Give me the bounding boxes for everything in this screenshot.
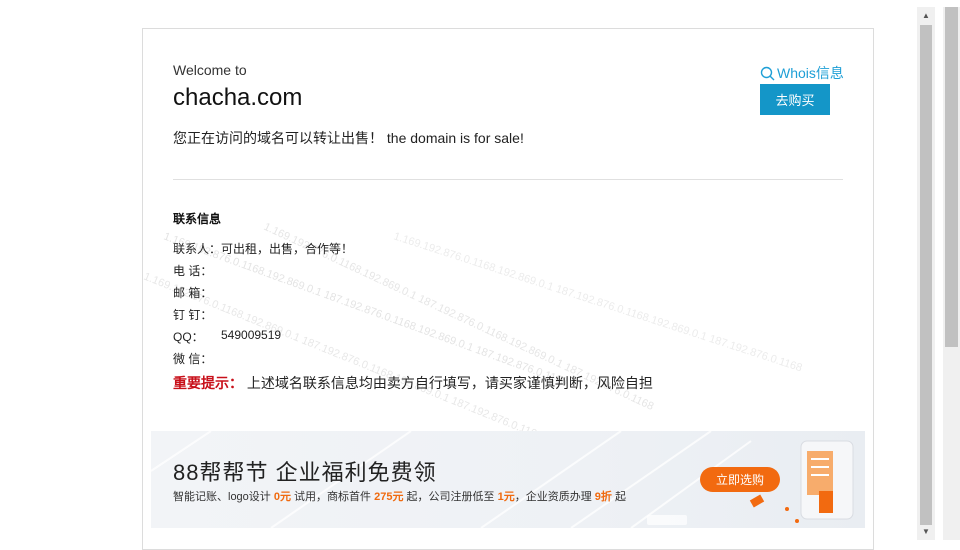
- promo-banner[interactable]: 88帮帮节 企业福利免费领 智能记账、logo设计 0元 试用，商标首件 275…: [151, 431, 865, 528]
- contact-value: 549009519: [221, 328, 282, 342]
- notice-label: 重要提示：: [173, 375, 243, 391]
- contact-label: 钉 钉：: [173, 308, 213, 322]
- whois-link[interactable]: Whois信息: [760, 63, 844, 83]
- buy-now-button[interactable]: 立即选购: [700, 467, 780, 492]
- buy-button[interactable]: 去购买: [760, 84, 830, 115]
- contact-label: QQ：: [173, 330, 204, 344]
- contact-row-phone: 电 话：: [173, 262, 212, 279]
- contact-label: 微 信：: [173, 352, 213, 366]
- svg-text:1.169.192.876.0.1168.192.869.0: 1.169.192.876.0.1168.192.869.0.1 187.192…: [392, 230, 804, 374]
- contact-row-dingtalk: 钉 钉：: [173, 306, 212, 323]
- chevron-up-icon[interactable]: ▲: [917, 7, 935, 23]
- chevron-down-icon[interactable]: ▼: [917, 523, 935, 539]
- welcome-text: Welcome to: [173, 62, 247, 78]
- contact-label: 邮 箱：: [173, 286, 213, 300]
- banner-subtitle: 智能记账、logo设计 0元 试用，商标首件 275元 起，公司注册低至 1元，…: [173, 491, 626, 503]
- contact-title: 联系信息: [173, 212, 222, 226]
- contact-row-person: 联系人：可出租，出售，合作等！: [173, 240, 353, 257]
- page-scrollbar[interactable]: ▲ ▼: [917, 7, 935, 540]
- domain-name: chacha.com: [173, 84, 303, 111]
- search-icon: [760, 66, 775, 80]
- outer-scroll-thumb[interactable]: [945, 7, 958, 347]
- contact-label: 联系人：: [173, 242, 222, 256]
- scroll-thumb[interactable]: [920, 25, 932, 525]
- notice-text: 上述域名联系信息均由卖方自行填写，请买家谨慎判断，风险自担: [246, 375, 653, 391]
- contact-row-wechat: 微 信：: [173, 350, 212, 367]
- contact-row-qq: QQ： 549009519: [173, 328, 281, 345]
- important-notice: 重要提示： 上述域名联系信息均由卖方自行填写，请买家谨慎判断，风险自担: [173, 373, 653, 393]
- contact-label: 电 话：: [173, 264, 213, 278]
- sale-message: 您正在访问的域名可以转让出售！ the domain is for sale!: [173, 130, 524, 146]
- contact-value: 可出租，出售，合作等！: [221, 242, 354, 256]
- banner-title: 88帮帮节 企业福利免费领: [173, 460, 437, 485]
- whois-label: Whois信息: [777, 65, 844, 81]
- divider: [173, 179, 843, 180]
- outer-scrollbar[interactable]: [943, 7, 960, 540]
- domain-sale-card: 1.169.192.876.0.1168.192.869.0.1 187.192…: [142, 28, 874, 550]
- contact-row-email: 邮 箱：: [173, 284, 212, 301]
